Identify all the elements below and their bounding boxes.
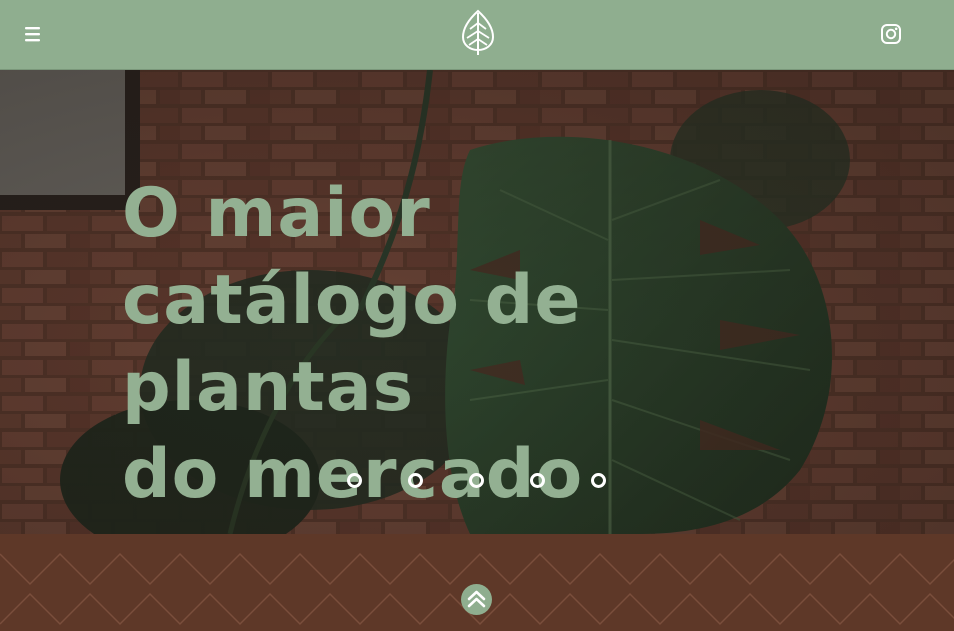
leaf-logo-icon[interactable]: [459, 9, 497, 57]
instagram-icon[interactable]: [880, 23, 902, 45]
footer-pattern-strip: [0, 534, 954, 631]
headline-line: O maior: [122, 174, 431, 253]
slide-dot-3[interactable]: [469, 473, 484, 488]
zigzag-pattern: [0, 552, 954, 626]
chevron-up-icon: [467, 590, 486, 608]
headline-line: plantas: [122, 348, 415, 427]
slide-dot-5[interactable]: [591, 473, 606, 488]
back-to-top-button[interactable]: [461, 584, 492, 615]
top-navbar: [0, 0, 954, 70]
slide-dot-1[interactable]: [347, 473, 362, 488]
hero-headline: O maior catálogo de plantas do mercado: [122, 170, 642, 518]
headline-line: catálogo de: [122, 261, 582, 340]
hamburger-menu-icon[interactable]: [22, 24, 44, 44]
slide-dot-4[interactable]: [530, 473, 545, 488]
hero-banner: O maior catálogo de plantas do mercado: [0, 70, 954, 534]
slide-dot-2[interactable]: [408, 473, 423, 488]
slider-pagination: [346, 473, 616, 489]
